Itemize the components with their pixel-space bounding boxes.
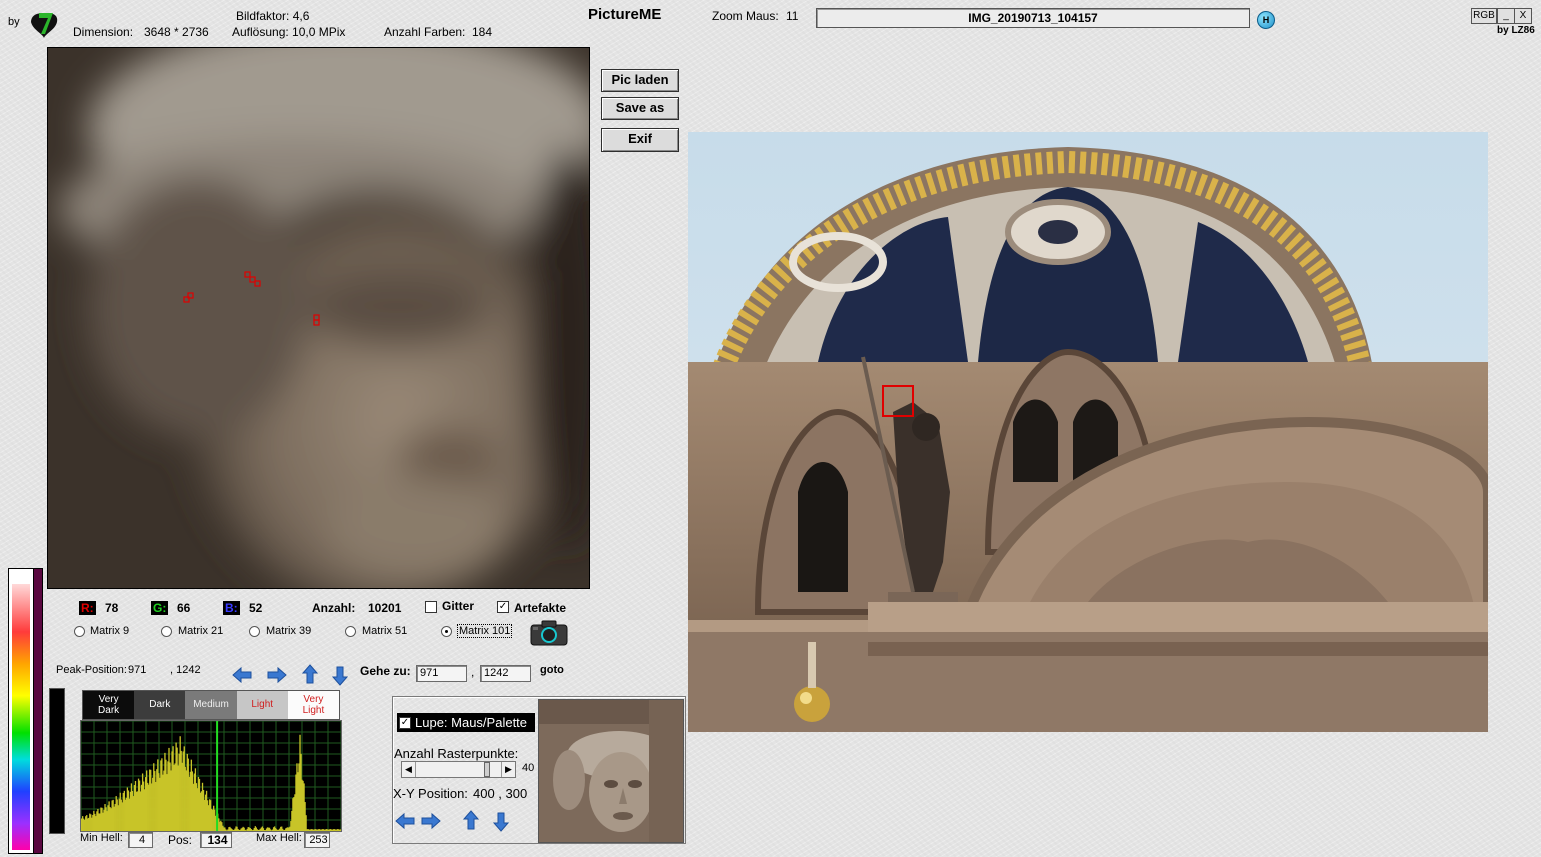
pos-value: 134 (200, 832, 232, 848)
exif-button[interactable]: Exif (601, 128, 679, 152)
main-image[interactable] (688, 132, 1488, 732)
band-light[interactable]: Light (236, 691, 288, 719)
goto-button[interactable]: goto (540, 664, 564, 676)
lupe-arrow-down-icon[interactable] (491, 812, 511, 832)
palette-white-cell (12, 572, 30, 584)
matrix-9-radio[interactable] (74, 626, 85, 637)
by-label: by (8, 16, 20, 28)
slider-thumb[interactable] (483, 762, 490, 777)
artefakte-checkbox[interactable]: ✓ (497, 601, 509, 613)
band-medium[interactable]: Medium (185, 691, 237, 719)
aufloesung-text: Auflösung: 10,0 MPix (232, 25, 346, 39)
lupe-arrow-left-icon[interactable] (395, 812, 415, 830)
bildfaktor-text: Bildfaktor: 4,6 (236, 9, 310, 23)
green-label: G: (151, 601, 169, 615)
matrix-9-label: Matrix 9 (90, 625, 130, 637)
green-value: 66 (177, 601, 191, 615)
pos-label: Pos: (168, 833, 193, 847)
raster-slider[interactable]: ◀ ▶ (401, 761, 516, 778)
lupe-arrow-up-icon[interactable] (461, 810, 481, 830)
matrix-51-radio[interactable] (345, 626, 356, 637)
histogram[interactable] (80, 720, 342, 832)
minimize-button[interactable]: _ (1497, 8, 1515, 24)
zoom-value: 11 (786, 9, 799, 23)
histogram-bar (339, 829, 341, 831)
arrow-up-icon[interactable] (300, 664, 320, 684)
blue-label: B: (223, 601, 240, 615)
slider-left-arrow[interactable]: ◀ (402, 762, 416, 777)
band-very-dark[interactable]: Very Dark (83, 691, 135, 719)
help-icon[interactable]: H (1257, 11, 1275, 29)
lupe-panel: ✓ Lupe: Maus/Palette Anzahl Rasterpunkte… (392, 696, 686, 844)
camera-icon[interactable] (530, 620, 568, 646)
goto-separator: , (471, 665, 475, 679)
save-as-button[interactable]: Save as (601, 97, 679, 120)
close-button[interactable]: X (1514, 8, 1532, 24)
min-hell-label: Min Hell: (80, 832, 123, 844)
farben-label: Anzahl Farben: (384, 25, 466, 39)
matrix-101-label: Matrix 101 (457, 624, 513, 638)
histogram-bar (305, 815, 307, 831)
matrix-39-radio[interactable] (249, 626, 260, 637)
load-picture-button[interactable]: Pic laden (601, 69, 679, 92)
matrix-101-radio[interactable] (441, 626, 452, 637)
raster-value: 40 (522, 762, 535, 774)
app-title: PictureME (588, 6, 662, 23)
xy-position-label: X-Y Position: (393, 786, 468, 801)
goto-x-input[interactable]: 971 (416, 665, 467, 682)
app-logo (27, 8, 61, 40)
matrix-39-label: Matrix 39 (266, 625, 312, 637)
arrow-left-icon[interactable] (232, 666, 252, 684)
gitter-label: Gitter (442, 599, 475, 613)
lupe-preview-image (538, 699, 684, 843)
gitter-checkbox[interactable] (425, 601, 437, 613)
peak-x: 971 (128, 664, 147, 676)
credit-text: by LZ86 (1497, 25, 1535, 36)
gehe-zu-label: Gehe zu: (360, 664, 411, 678)
lupe-checkbox[interactable]: ✓ (399, 717, 411, 729)
lupe-arrow-right-icon[interactable] (421, 812, 441, 830)
artefakte-label: Artefakte (514, 601, 567, 615)
peak-y: , 1242 (170, 664, 201, 676)
anzahl-value: 10201 (368, 601, 402, 615)
rgb-button[interactable]: RGB (1471, 8, 1497, 24)
peak-label: Peak-Position: (56, 664, 127, 676)
matrix-51-label: Matrix 51 (362, 625, 408, 637)
red-label: R: (79, 601, 96, 615)
filename-field: IMG_20190713_104157 (816, 8, 1250, 28)
dimension-value: 3648 * 2736 (144, 25, 209, 39)
farben-value: 184 (472, 25, 493, 39)
palette-gradient (12, 584, 30, 850)
matrix-21-radio[interactable] (161, 626, 172, 637)
matrix-21-label: Matrix 21 (178, 625, 224, 637)
arrow-down-icon[interactable] (330, 666, 350, 686)
max-hell-label: Max Hell: (256, 832, 302, 844)
max-hell-value: 253 (304, 832, 330, 848)
histogram-plot (81, 721, 341, 831)
min-hell-value: 4 (128, 832, 153, 848)
dimension-label: Dimension: (73, 25, 134, 39)
zoom-view[interactable] (47, 47, 590, 589)
red-value: 78 (105, 601, 119, 615)
band-dark[interactable]: Dark (134, 691, 186, 719)
brightness-bands: Very Dark Dark Medium Light Very Light (82, 690, 340, 720)
zoom-label: Zoom Maus: (712, 9, 779, 23)
lupe-label: Lupe: Maus/Palette (415, 715, 528, 730)
band-very-light[interactable]: Very Light (287, 691, 340, 719)
blue-value: 52 (249, 601, 263, 615)
palette-current-color (33, 568, 43, 854)
anzahl-label: Anzahl: (312, 601, 356, 615)
zoom-image (48, 48, 589, 588)
goto-y-input[interactable]: 1242 (480, 665, 531, 682)
arrow-right-icon[interactable] (267, 666, 287, 684)
slider-right-arrow[interactable]: ▶ (501, 762, 515, 777)
color-palette-frame[interactable] (8, 568, 34, 854)
main-image-drawing (688, 132, 1488, 732)
histogram-side-swatch (49, 688, 65, 834)
xy-position-value: 400 , 300 (473, 786, 528, 801)
raster-label: Anzahl Rasterpunkte: (394, 746, 519, 761)
